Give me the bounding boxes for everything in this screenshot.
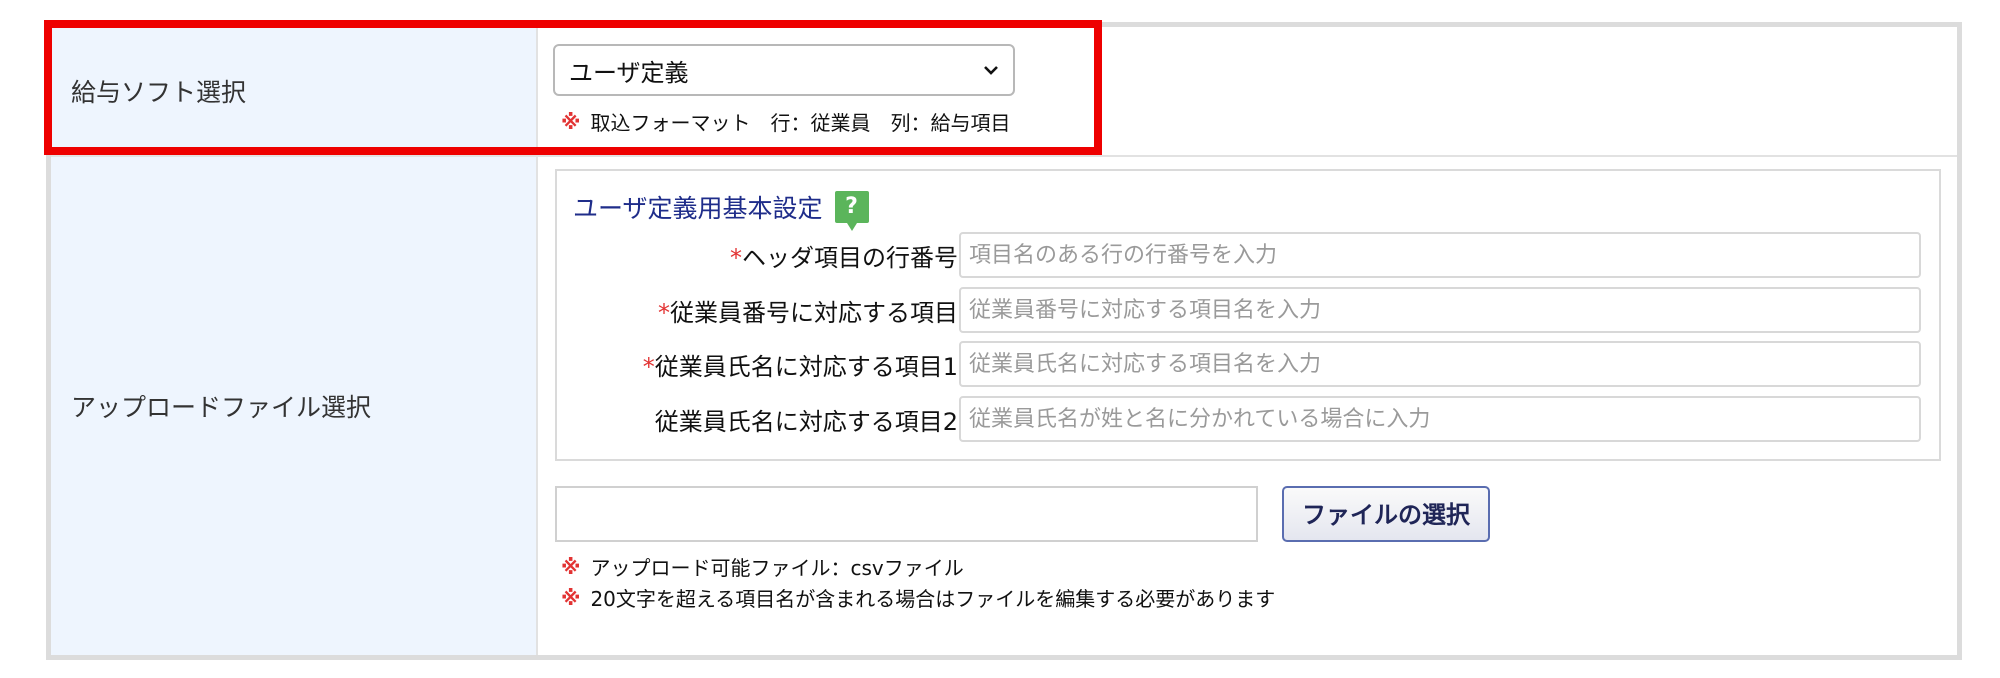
file-path-display[interactable]	[555, 486, 1258, 542]
select-value: ユーザ定義	[569, 58, 689, 87]
field-label: 従業員氏名に対応する項目2	[654, 408, 958, 436]
field-row-header-line: *ヘッダ項目の行番号	[557, 232, 1943, 280]
field-row-employee-name-1: *従業員氏名に対応する項目1	[557, 341, 1943, 389]
upload-note-text: 20文字を超える項目名が含まれる場合はファイルを編集する必要があります	[590, 587, 1276, 611]
required-mark: *	[642, 353, 655, 381]
format-note: ※ 取込フォーマット 行：従業員 列：給与項目	[561, 107, 1010, 136]
field-label: *従業員氏名に対応する項目1	[642, 353, 958, 381]
user-definition-settings-box: ユーザ定義用基本設定 ? *ヘッダ項目の行番号 *従業員番号に対応する項目 *従…	[555, 169, 1941, 461]
section-title: ユーザ定義用基本設定 ?	[573, 189, 869, 231]
header-line-input[interactable]	[959, 232, 1921, 278]
upload-note-1: ※ アップロード可能ファイル：csvファイル	[561, 552, 964, 581]
chevron-down-icon	[984, 66, 998, 75]
upload-file-label: アップロードファイル選択	[51, 157, 538, 655]
note-mark-icon: ※	[561, 109, 581, 134]
note-mark-icon: ※	[561, 554, 581, 579]
required-mark: *	[658, 299, 670, 327]
note-mark-icon: ※	[561, 585, 581, 610]
choose-file-button[interactable]: ファイルの選択	[1282, 486, 1490, 542]
field-row-employee-number: *従業員番号に対応する項目	[557, 287, 1943, 335]
format-note-text: 取込フォーマット 行：従業員 列：給与項目	[590, 111, 1011, 135]
payroll-software-label: 給与ソフト選択	[51, 27, 538, 155]
section-title-text: ユーザ定義用基本設定	[573, 194, 823, 223]
employee-name-2-input[interactable]	[959, 396, 1921, 442]
employee-name-1-input[interactable]	[959, 341, 1921, 387]
employee-number-input[interactable]	[959, 287, 1921, 333]
upload-note-2: ※ 20文字を超える項目名が含まれる場合はファイルを編集する必要があります	[561, 583, 1275, 612]
help-icon[interactable]: ?	[834, 191, 869, 231]
field-label: *ヘッダ項目の行番号	[730, 244, 958, 272]
upload-note-text: アップロード可能ファイル：csvファイル	[590, 556, 964, 580]
field-label: *従業員番号に対応する項目	[658, 299, 958, 327]
field-row-employee-name-2: 従業員氏名に対応する項目2	[557, 396, 1943, 444]
required-mark: *	[730, 244, 742, 272]
payroll-software-select[interactable]: ユーザ定義	[553, 44, 1015, 96]
